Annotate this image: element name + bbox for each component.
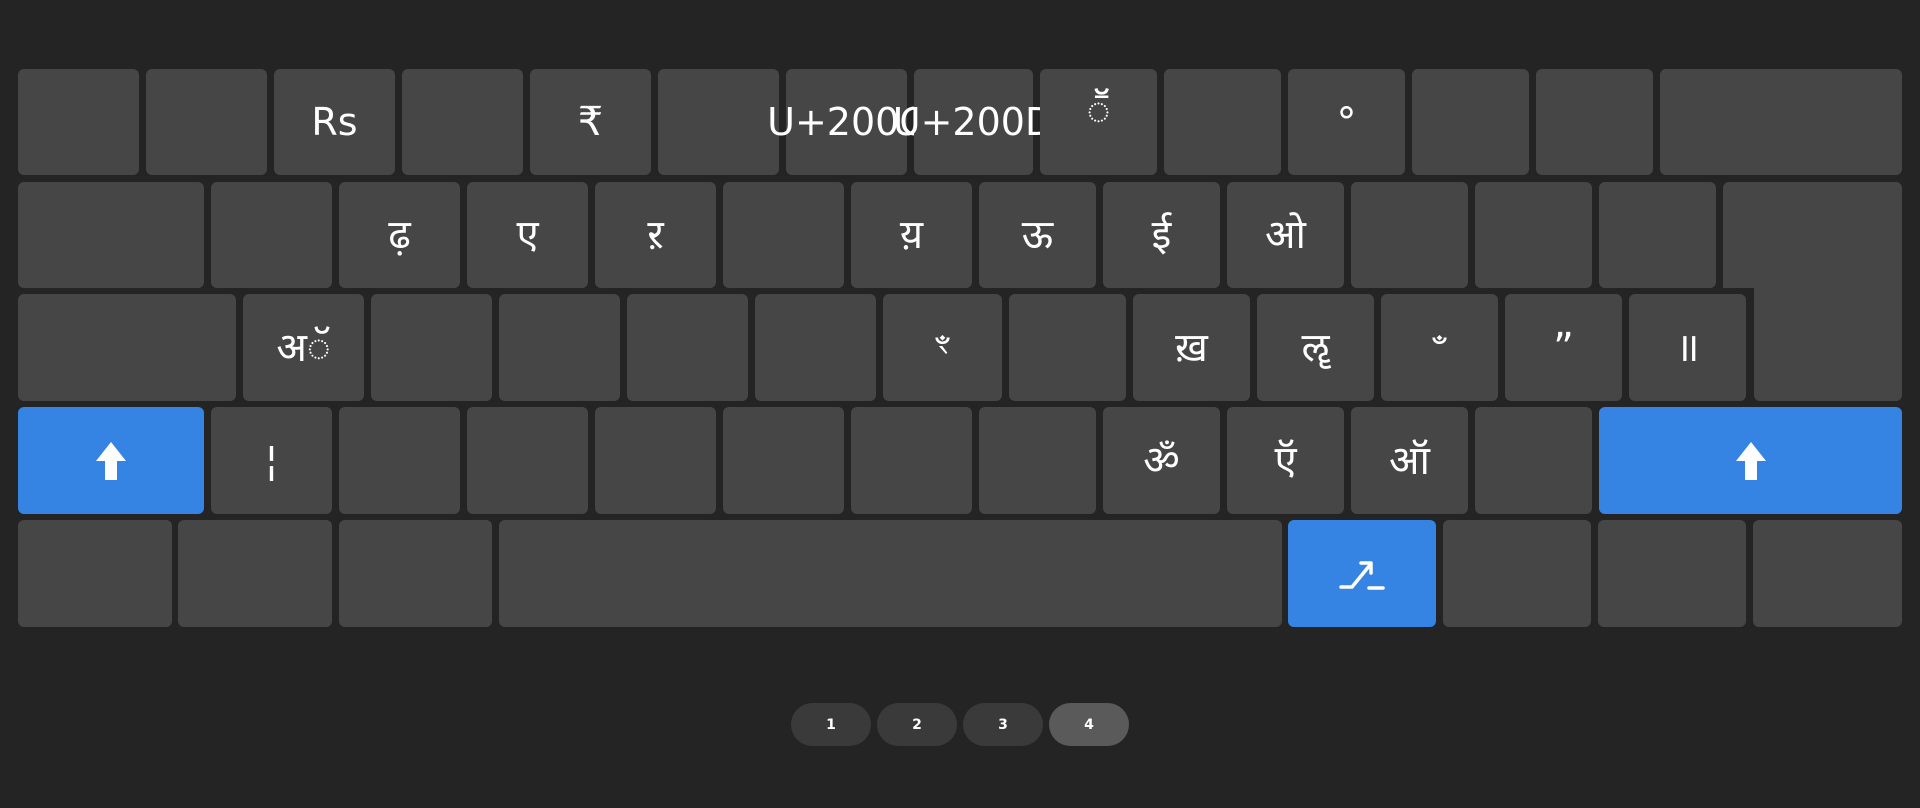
key-vedic-sign[interactable]: ꣳ: [883, 294, 1002, 401]
key-label: ॥: [1675, 324, 1700, 371]
key-label: य़: [899, 212, 924, 258]
key-label: ₹: [577, 99, 604, 145]
key-row5-3[interactable]: [339, 520, 492, 627]
shift-icon: [96, 441, 126, 480]
key-label: °: [1336, 100, 1357, 146]
key-label: ¦: [264, 437, 279, 484]
key-row5-1[interactable]: [18, 520, 172, 627]
page-button-2[interactable]: 2: [877, 703, 957, 746]
key-row1-12[interactable]: [1412, 69, 1529, 175]
key-candra-sign[interactable]: ◌ॕ: [1040, 69, 1157, 175]
key-row1-6[interactable]: [658, 69, 779, 175]
key-uu[interactable]: ऊ: [979, 182, 1096, 288]
page-button-4[interactable]: 4: [1049, 703, 1129, 746]
key-row3-8[interactable]: [1009, 294, 1126, 401]
key-row3-3[interactable]: [371, 294, 492, 401]
key-a-candra[interactable]: अॅ: [243, 294, 364, 401]
key-row4-7[interactable]: [851, 407, 972, 514]
key-row1-4[interactable]: [402, 69, 523, 175]
key-row2-6[interactable]: [723, 182, 844, 288]
key-label: ”: [1553, 324, 1574, 371]
key-rupee[interactable]: ₹: [530, 69, 651, 175]
key-o[interactable]: ओ: [1227, 182, 1344, 288]
key-row3-6[interactable]: [755, 294, 876, 401]
key-yya[interactable]: य़: [851, 182, 972, 288]
key-row2-11[interactable]: [1351, 182, 1468, 288]
key-label: U+200D: [892, 100, 1055, 144]
key-label: अॅ: [276, 324, 331, 371]
key-degree[interactable]: °: [1288, 69, 1405, 175]
key-khha[interactable]: ख़: [1133, 294, 1250, 401]
layout-switch-key[interactable]: [1288, 520, 1436, 627]
key-row3-4[interactable]: [499, 294, 620, 401]
key-zwj[interactable]: U+200D: [893, 69, 1054, 175]
layout-switch-icon: [1339, 560, 1385, 590]
key-e[interactable]: ए: [467, 182, 588, 288]
key-short-e[interactable]: ऍ: [1227, 407, 1344, 514]
key-row1-10[interactable]: [1164, 69, 1281, 175]
key-broken-bar[interactable]: ¦: [211, 407, 332, 514]
key-backspace[interactable]: [1660, 69, 1902, 175]
key-row3-5[interactable]: [627, 294, 748, 401]
key-candra-o[interactable]: ऑ: [1351, 407, 1468, 514]
enter-key-lower[interactable]: [1754, 286, 1902, 401]
key-row1-1[interactable]: [18, 69, 139, 175]
key-row4-5[interactable]: [595, 407, 716, 514]
shift-key-left[interactable]: [18, 407, 204, 514]
enter-key-upper[interactable]: [1723, 182, 1902, 288]
key-label: ॡ: [1301, 324, 1330, 371]
key-row2-13[interactable]: [1599, 182, 1716, 288]
key-row5-7[interactable]: [1443, 520, 1591, 627]
space-key[interactable]: [499, 520, 1282, 627]
key-double-danda[interactable]: ॥: [1629, 294, 1746, 401]
key-rs[interactable]: Rs: [274, 69, 395, 175]
key-ii[interactable]: ई: [1103, 182, 1220, 288]
key-label: ख़: [1175, 324, 1208, 371]
key-label: ओ: [1265, 212, 1306, 258]
key-row1-13[interactable]: [1536, 69, 1653, 175]
key-label: ऑ: [1389, 437, 1430, 484]
key-row5-2[interactable]: [178, 520, 332, 627]
key-rra[interactable]: ऱ: [595, 182, 716, 288]
key-right-quote[interactable]: ”: [1505, 294, 1622, 401]
key-row2-2[interactable]: [211, 182, 332, 288]
key-label: ꣲ: [1432, 325, 1447, 370]
key-caps[interactable]: [18, 294, 236, 401]
key-vedic-sign-2[interactable]: ꣲ: [1381, 294, 1498, 401]
key-vocalic-ll[interactable]: ॡ: [1257, 294, 1374, 401]
page-button-3[interactable]: 3: [963, 703, 1043, 746]
shift-key-right[interactable]: [1599, 407, 1902, 514]
key-row4-6[interactable]: [723, 407, 844, 514]
key-label: ए: [516, 212, 539, 258]
key-label: ई: [1151, 212, 1172, 258]
key-label: ꣳ: [935, 325, 950, 370]
key-row2-12[interactable]: [1475, 182, 1592, 288]
virtual-keyboard: Rs ₹ U+200C U+200D ◌ॕ ° ढ़ ए ऱ य़ ऊ ई ओ …: [0, 0, 1920, 808]
key-row4-4[interactable]: [467, 407, 588, 514]
key-zwnj[interactable]: U+200C: [767, 69, 926, 175]
key-dddha[interactable]: ढ़: [339, 182, 460, 288]
key-label: ऊ: [1021, 212, 1054, 258]
key-row5-9[interactable]: [1753, 520, 1902, 627]
key-om[interactable]: ॐ: [1103, 407, 1220, 514]
key-label: ढ़: [388, 212, 411, 258]
key-label: ऱ: [647, 212, 664, 258]
key-row4-12[interactable]: [1475, 407, 1592, 514]
key-row4-3[interactable]: [339, 407, 460, 514]
key-row1-2[interactable]: [146, 69, 267, 175]
key-label: ॐ: [1143, 437, 1180, 484]
key-tab[interactable]: [18, 182, 204, 288]
key-label: Rs: [311, 100, 358, 144]
key-row5-8[interactable]: [1598, 520, 1746, 627]
key-row4-8[interactable]: [979, 407, 1096, 514]
page-button-1[interactable]: 1: [791, 703, 871, 746]
key-label: ◌ॕ: [1086, 88, 1111, 134]
shift-icon: [1735, 441, 1766, 480]
key-label: ऍ: [1274, 437, 1297, 484]
